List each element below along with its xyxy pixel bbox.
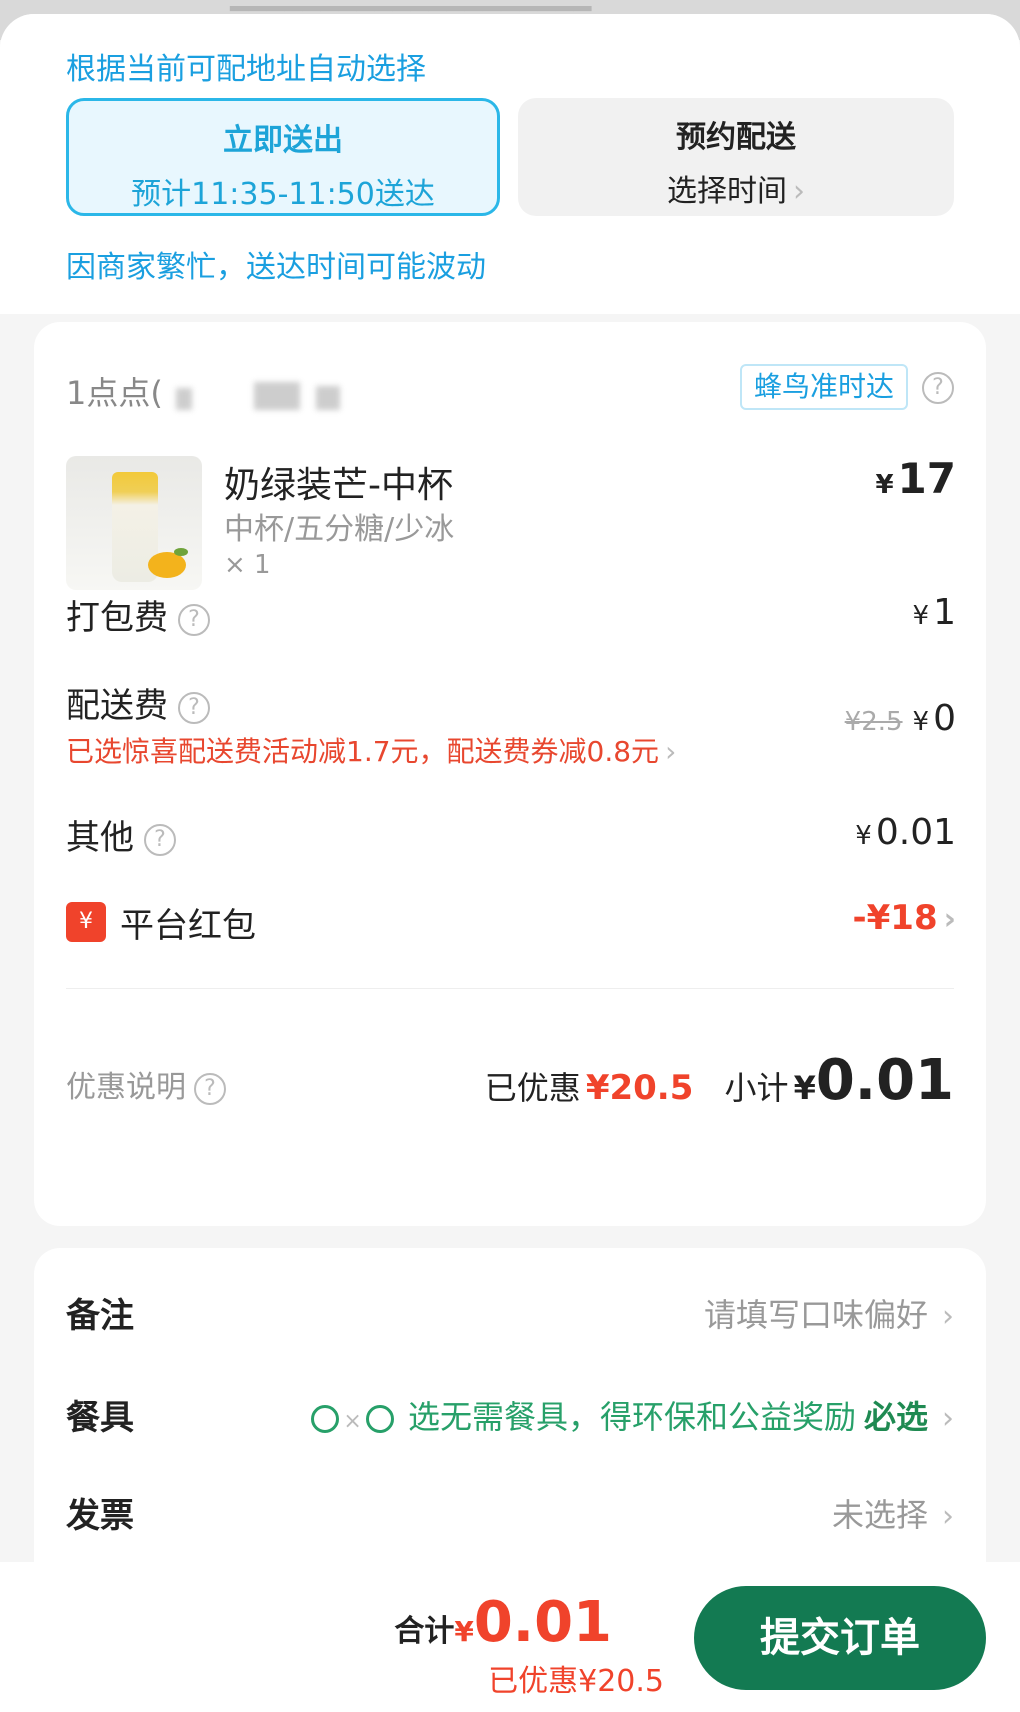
product-name: 奶绿装芒-中杯 (224, 465, 453, 506)
help-icon[interactable]: ? (922, 372, 954, 404)
help-icon[interactable]: ? (194, 1072, 226, 1105)
on-time-badge[interactable]: 蜂鸟准时达 (740, 364, 909, 410)
invoice-label: 发票 (66, 1496, 134, 1536)
invoice-row[interactable]: 发票 未选择 › (66, 1488, 954, 1548)
saved-label: 已优惠 (484, 1069, 581, 1107)
product-image (66, 456, 202, 590)
chevron-right-icon: › (942, 1499, 954, 1534)
order-summary: 已优惠 ¥20.5 小计 ¥0.01 (484, 1048, 954, 1113)
scheduled-delivery-title: 预约配送 (676, 120, 796, 155)
eco-leaf-icon (311, 1405, 340, 1433)
deliver-now-title: 立即送出 (223, 123, 343, 158)
chevron-right-icon: › (942, 1299, 954, 1334)
red-packet-label: 平台红包 (120, 906, 256, 946)
product-quantity: × 1 (224, 550, 271, 580)
note-placeholder: 请填写口味偏好 (703, 1296, 928, 1334)
packing-fee-label: 打包费? (66, 590, 210, 639)
required-tag: 必选 (863, 1398, 928, 1436)
help-icon[interactable]: ? (178, 603, 210, 636)
total-saved: 已优惠¥20.5 (488, 1664, 664, 1699)
divider (66, 988, 954, 989)
invoice-value: 未选择 (831, 1496, 928, 1534)
note-label: 备注 (66, 1296, 134, 1336)
utensils-row[interactable]: 餐具 × 选无需餐具，得环保和公益奖励 必选 › (66, 1390, 954, 1450)
shipping-promo[interactable]: 已选惊喜配送费活动减1.7元，配送费券减0.8元 › (66, 730, 676, 770)
redacted-block (176, 388, 192, 410)
redacted-block (254, 382, 300, 410)
choose-time-label: 选择时间 (667, 174, 787, 209)
deliver-now-option[interactable]: 立即送出 预计11:35-11:50送达 (66, 98, 500, 216)
chevron-right-icon: › (793, 174, 805, 209)
subtotal-value: 0.01 (815, 1048, 954, 1113)
chevron-right-icon: › (665, 735, 677, 768)
chevron-right-icon: › (943, 902, 956, 937)
saved-value: ¥20.5 (585, 1068, 694, 1108)
help-icon[interactable]: ? (178, 691, 210, 724)
other-fee-price: ¥0.01 (855, 812, 956, 853)
utensils-label: 餐具 (66, 1398, 134, 1438)
busy-notice: 因商家繁忙，送达时间可能波动 (66, 250, 486, 285)
charity-icon (365, 1405, 394, 1433)
product-spec: 中杯/五分糖/少冰 (224, 512, 455, 547)
redacted-block (316, 386, 340, 410)
packing-fee-price: ¥1 (912, 592, 956, 633)
extras-card: 备注 请填写口味偏好 › 餐具 × 选无需餐具，得环保和公益奖励 必选 › 发票 未选… (34, 1248, 986, 1578)
delivery-section: 根据当前可配地址自动选择 立即送出 预计11:35-11:50送达 预约配送 选… (0, 14, 1020, 314)
utensils-text: 选无需餐具，得环保和公益奖励 (407, 1398, 856, 1436)
total-amount: 合计¥0.01 (394, 1590, 612, 1655)
discount-info-label[interactable]: 优惠说明? (66, 1062, 226, 1106)
checkout-bar: 合计¥0.01 已优惠¥20.5 提交订单 (0, 1562, 1020, 1712)
red-packet-value[interactable]: -¥18 › (853, 898, 956, 938)
shipping-fee-label: 配送费? (66, 678, 210, 727)
deliver-now-eta: 预计11:35-11:50送达 (131, 177, 435, 212)
red-packet-icon: ¥ (66, 902, 106, 942)
subtotal-label: 小计 (724, 1069, 789, 1107)
store-name[interactable]: 1点点( (66, 368, 163, 414)
product-price: ¥17 (875, 454, 956, 503)
order-card: 1点点( 蜂鸟准时达 ? 奶绿装芒-中杯 中杯/五分糖/少冰 × 1 ¥17 打… (34, 322, 986, 1226)
submit-order-button[interactable]: 提交订单 (694, 1586, 986, 1690)
auto-select-hint: 根据当前可配地址自动选择 (66, 52, 426, 87)
note-row[interactable]: 备注 请填写口味偏好 › (66, 1288, 954, 1348)
help-icon[interactable]: ? (144, 823, 176, 856)
leaf-illustration (174, 548, 188, 556)
shipping-fee-price: ¥2.5 ¥0 (844, 698, 956, 739)
other-fee-label: 其他? (66, 810, 176, 859)
scheduled-delivery-option[interactable]: 预约配送 选择时间 › (518, 98, 954, 216)
chevron-right-icon: › (942, 1401, 954, 1436)
original-shipping-price: ¥2.5 (844, 707, 903, 737)
